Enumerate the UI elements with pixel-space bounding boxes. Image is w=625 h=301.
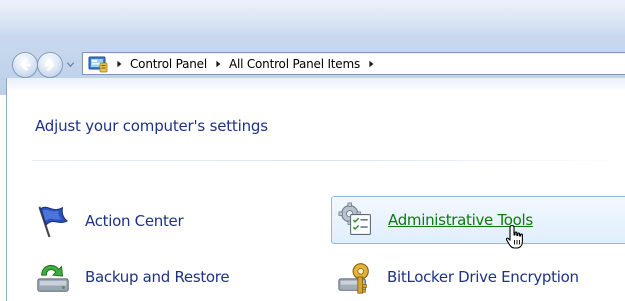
- item-administrative-tools[interactable]: Administrative Tools: [331, 196, 625, 244]
- recent-pages-button[interactable]: [64, 58, 76, 70]
- item-action-center[interactable]: Action Center: [33, 199, 283, 243]
- bitlocker-key-icon: [335, 257, 375, 297]
- breadcrumb-all-items[interactable]: All Control Panel Items: [229, 57, 360, 71]
- control-panel-icon: [88, 55, 108, 73]
- item-backup-and-restore[interactable]: Backup and Restore: [33, 255, 283, 299]
- item-label[interactable]: BitLocker Drive Encryption: [387, 268, 579, 286]
- breadcrumb-separator-icon[interactable]: [114, 59, 124, 69]
- admin-tools-icon: [336, 200, 376, 240]
- chevron-down-icon: [66, 61, 74, 67]
- item-label[interactable]: Action Center: [85, 212, 184, 230]
- frame-glass: [0, 0, 625, 36]
- control-panel-window: Control Panel All Control Panel Items Ad…: [0, 0, 625, 301]
- address-bar[interactable]: Control Panel All Control Panel Items: [82, 52, 625, 75]
- breadcrumb-separator-icon[interactable]: [213, 59, 223, 69]
- item-bitlocker[interactable]: BitLocker Drive Encryption: [335, 255, 625, 299]
- breadcrumb-control-panel[interactable]: Control Panel: [130, 57, 207, 71]
- backup-icon: [33, 257, 73, 297]
- back-button[interactable]: [12, 52, 38, 78]
- breadcrumb-separator-icon[interactable]: [366, 59, 376, 69]
- flag-icon: [33, 201, 73, 241]
- forward-button[interactable]: [37, 52, 63, 78]
- hand-cursor-icon: [505, 224, 523, 249]
- divider: [32, 160, 625, 161]
- back-arrow-icon: [20, 59, 31, 71]
- item-label[interactable]: Backup and Restore: [85, 268, 230, 286]
- page-title: Adjust your computer's settings: [35, 117, 268, 135]
- forward-arrow-icon: [44, 59, 55, 71]
